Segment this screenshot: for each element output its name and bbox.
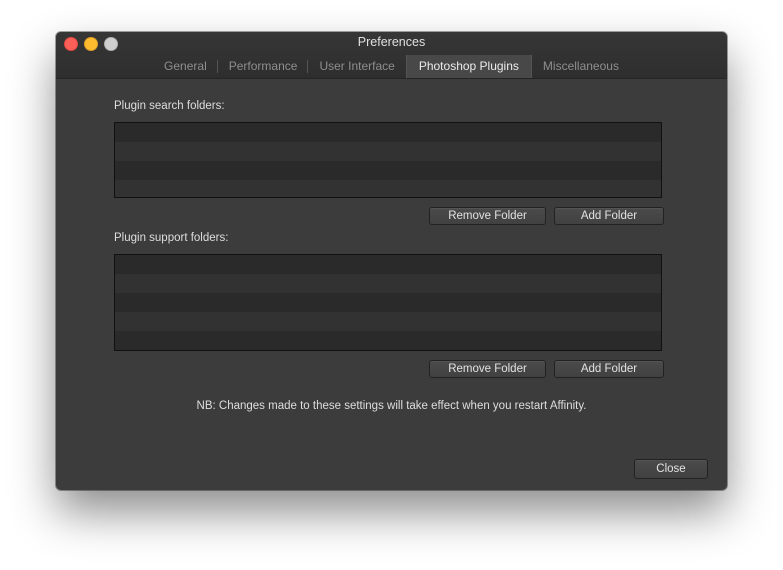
add-search-folder-button[interactable]: Add Folder: [554, 207, 664, 225]
add-support-folder-button[interactable]: Add Folder: [554, 360, 664, 378]
support-folders-label: Plugin support folders:: [114, 232, 229, 244]
tab-miscellaneous[interactable]: Miscellaneous: [532, 55, 630, 78]
search-folders-label: Plugin search folders:: [114, 100, 225, 112]
tab-performance[interactable]: Performance: [218, 55, 309, 78]
search-folders-list[interactable]: [114, 122, 662, 198]
tab-general[interactable]: General: [153, 55, 218, 78]
remove-search-folder-button[interactable]: Remove Folder: [429, 207, 546, 225]
restart-note: NB: Changes made to these settings will …: [196, 400, 587, 412]
tab-bar: General Performance User Interface Photo…: [56, 55, 727, 78]
remove-support-folder-button[interactable]: Remove Folder: [429, 360, 546, 378]
window-title: Preferences: [357, 35, 426, 49]
tab-user-interface[interactable]: User Interface: [308, 55, 405, 78]
support-folders-list[interactable]: [114, 254, 662, 351]
close-button[interactable]: Close: [634, 459, 708, 479]
title-bar: Preferences General Performance User Int…: [56, 32, 727, 79]
preferences-window: Preferences General Performance User Int…: [56, 32, 727, 490]
tab-photoshop-plugins[interactable]: Photoshop Plugins: [405, 55, 532, 78]
